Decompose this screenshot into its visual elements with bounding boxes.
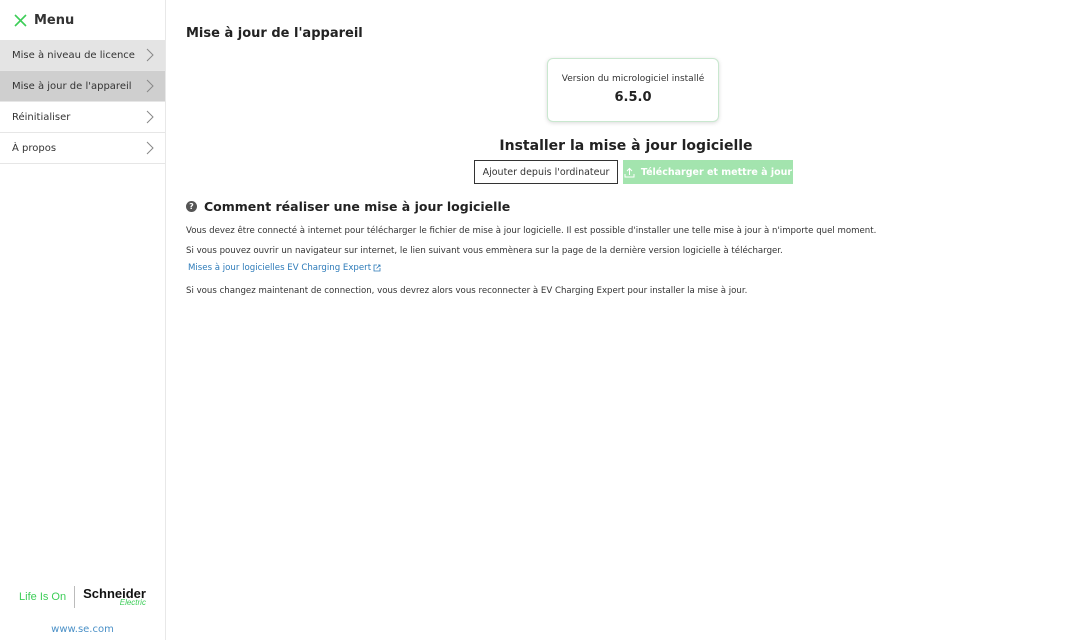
logo-brand: Schneider Electric [83, 587, 146, 607]
sidebar-item-about[interactable]: À propos [0, 133, 165, 164]
sidebar-item-reset[interactable]: Réinitialiser [0, 102, 165, 133]
chevron-right-icon [146, 110, 154, 124]
schneider-logo: Life Is On Schneider Electric [0, 585, 165, 609]
logo-divider [74, 586, 76, 608]
sidebar-item-label: Mise à jour de l'appareil [12, 80, 132, 92]
howto-heading: ? Comment réaliser une mise à jour logic… [186, 199, 510, 214]
sidebar: Menu Mise à niveau de licence Mise à jou… [0, 0, 166, 640]
install-update-title: Installer la mise à jour logicielle [499, 138, 753, 154]
download-and-update-label: Télécharger et mettre à jour [640, 166, 793, 178]
logo-tagline: Life Is On [19, 591, 67, 603]
firmware-version-label: Version du micrologiciel installé [561, 74, 705, 84]
close-icon[interactable] [12, 12, 28, 28]
menu-label: Menu [34, 12, 75, 28]
howto-paragraph-3: Si vous changez maintenant de connection… [186, 286, 748, 296]
software-updates-link[interactable]: Mises à jour logicielles EV Charging Exp… [188, 263, 381, 273]
sidebar-item-device-update[interactable]: Mise à jour de l'appareil [0, 71, 165, 102]
main-content: Mise à jour de l'appareil Version du mic… [186, 0, 1066, 640]
sidebar-item-label: Réinitialiser [12, 111, 71, 123]
menu-header[interactable]: Menu [0, 0, 165, 40]
add-from-computer-button[interactable]: Ajouter depuis l'ordinateur [474, 160, 618, 184]
download-and-update-button[interactable]: Télécharger et mettre à jour [623, 160, 793, 184]
howto-title: Comment réaliser une mise à jour logicie… [204, 199, 511, 214]
external-link-icon [373, 264, 381, 272]
chevron-right-icon [146, 48, 154, 62]
howto-paragraph-2: Si vous pouvez ouvrir un navigateur sur … [186, 246, 783, 256]
sidebar-item-label: Mise à niveau de licence [12, 49, 135, 61]
chevron-right-icon [146, 79, 154, 93]
help-icon: ? [186, 201, 197, 212]
firmware-version-value: 6.5.0 [614, 90, 652, 105]
page-title: Mise à jour de l'appareil [186, 26, 363, 41]
upload-icon [624, 167, 635, 177]
firmware-version-card: Version du micrologiciel installé 6.5.0 [547, 58, 719, 122]
software-updates-link-label: Mises à jour logicielles EV Charging Exp… [188, 263, 372, 273]
website-link[interactable]: www.se.com [0, 624, 165, 635]
sidebar-item-label: À propos [12, 142, 57, 154]
howto-paragraph-1: Vous devez être connecté à internet pour… [186, 226, 877, 236]
chevron-right-icon [146, 141, 154, 155]
sidebar-item-license-upgrade[interactable]: Mise à niveau de licence [0, 40, 165, 71]
